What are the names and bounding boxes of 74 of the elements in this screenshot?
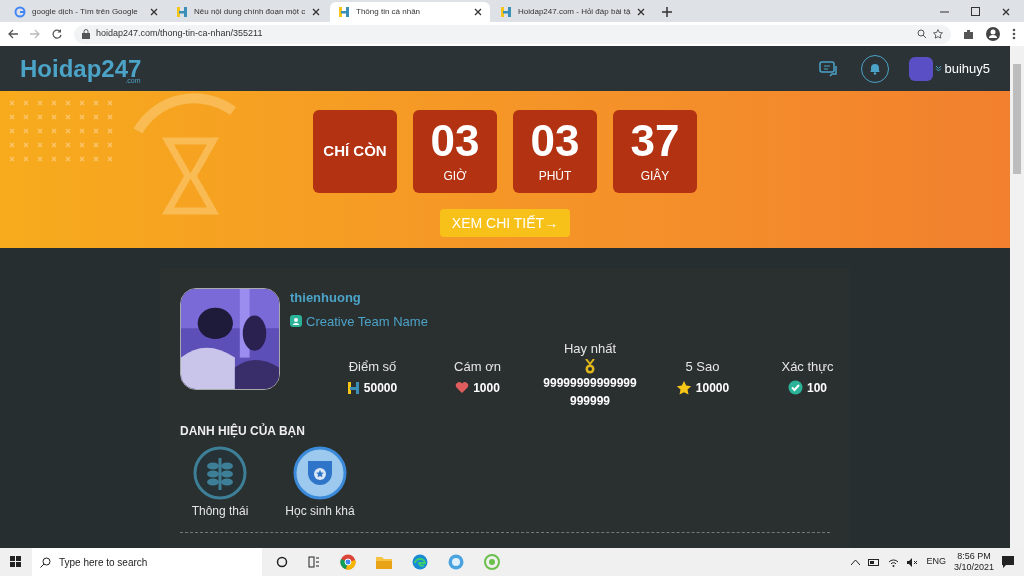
countdown-label: CHÍ CÒN	[313, 110, 397, 193]
close-icon[interactable]	[1002, 7, 1010, 16]
shield-badge-icon	[293, 445, 347, 500]
team-name[interactable]: Creative Team Name	[306, 311, 428, 331]
close-icon[interactable]	[474, 8, 482, 16]
wifi-icon[interactable]	[888, 557, 900, 567]
stat-value: 99999999999999999999	[542, 374, 638, 410]
bell-icon	[869, 62, 882, 75]
address-bar[interactable]: hoidap247.com/thong-tin-ca-nhan/355211	[74, 24, 951, 44]
browser-tab[interactable]: Thông tin cá nhân	[330, 2, 490, 22]
menu-icon[interactable]	[1012, 28, 1016, 40]
section-heading: DANH HIỆU CỦA BẠN	[180, 422, 306, 440]
countdown-unit: PHÚT	[538, 167, 572, 185]
star-icon	[675, 379, 692, 396]
h-logo-icon	[338, 6, 350, 18]
tab-title: Thông tin cá nhân	[356, 6, 422, 18]
close-icon[interactable]	[636, 8, 645, 16]
edge-icon[interactable]	[412, 554, 428, 570]
stat-value: 100	[807, 379, 827, 397]
countdown-value: 03	[430, 118, 480, 163]
medal-icon	[583, 358, 597, 374]
plus-icon[interactable]	[662, 7, 672, 17]
stat-label: Điểm số	[348, 358, 397, 376]
g-logo-icon	[14, 6, 26, 18]
h-logo-icon	[500, 6, 512, 18]
tab-title: Nêu nội dung chính đoạn một c	[194, 6, 306, 18]
username[interactable]: buihuy5	[944, 58, 990, 79]
stat-label: Cám ơn	[454, 358, 501, 376]
stat-value: 1000	[473, 379, 500, 397]
back-icon[interactable]	[8, 29, 18, 39]
clock-date[interactable]: 3/10/2021	[953, 562, 994, 573]
heart-icon	[455, 381, 470, 394]
maximize-icon[interactable]	[971, 7, 980, 16]
team-icon	[290, 315, 302, 328]
puzzle-icon[interactable]	[963, 28, 974, 40]
stat-value: 50000	[363, 379, 398, 397]
stat-value: 10000	[695, 379, 730, 397]
badge-label: Học sinh khá	[285, 502, 355, 520]
url-text: hoidap247.com/thong-tin-ca-nhan/355211	[96, 27, 263, 41]
lock-icon	[82, 29, 90, 39]
reload-icon[interactable]	[52, 29, 62, 39]
profile-name[interactable]: thienhuong	[290, 288, 860, 308]
check-icon	[788, 380, 803, 395]
star-icon[interactable]	[933, 29, 943, 39]
speaker-icon[interactable]	[907, 557, 919, 567]
tab-title: google dịch - Tìm trên Google	[32, 6, 139, 18]
language-indicator[interactable]: ENG	[926, 555, 946, 569]
battery-icon[interactable]	[868, 558, 881, 566]
countdown-value: 03	[530, 118, 580, 163]
task-view-icon[interactable]	[308, 556, 320, 568]
countdown-unit: GIỜ	[443, 167, 467, 185]
task-view-circle-icon[interactable]	[276, 556, 288, 568]
tab-title: Hoidap247.com - Hỏi đáp bài tậ	[518, 6, 631, 18]
badge-label: Thông thái	[191, 502, 249, 520]
h-logo-icon	[176, 6, 188, 18]
h-logo-icon	[347, 380, 360, 395]
close-icon[interactable]	[150, 8, 158, 16]
notifications-icon[interactable]	[1002, 556, 1014, 568]
stat-label: 5 Sao	[685, 358, 720, 376]
taskbar-search[interactable]: Type here to search	[32, 548, 262, 576]
stat-label: Hay nhất	[563, 340, 616, 358]
chrome-icon[interactable]	[340, 554, 356, 570]
chat-icon[interactable]	[819, 60, 840, 77]
stat-label: Xác thực	[781, 358, 834, 376]
wheat-badge-icon	[193, 445, 247, 500]
profile-icon[interactable]	[986, 27, 1000, 41]
search-icon	[40, 556, 51, 568]
close-icon[interactable]	[312, 8, 320, 16]
countdown-unit: GIÂY	[640, 167, 670, 185]
clock-time[interactable]: 8:56 PM	[957, 551, 991, 562]
scrollbar-thumb[interactable]	[1013, 64, 1021, 174]
countdown-value: 37	[630, 118, 680, 163]
chevron-icon[interactable]	[935, 65, 943, 72]
zoom-icon[interactable]	[917, 29, 927, 39]
